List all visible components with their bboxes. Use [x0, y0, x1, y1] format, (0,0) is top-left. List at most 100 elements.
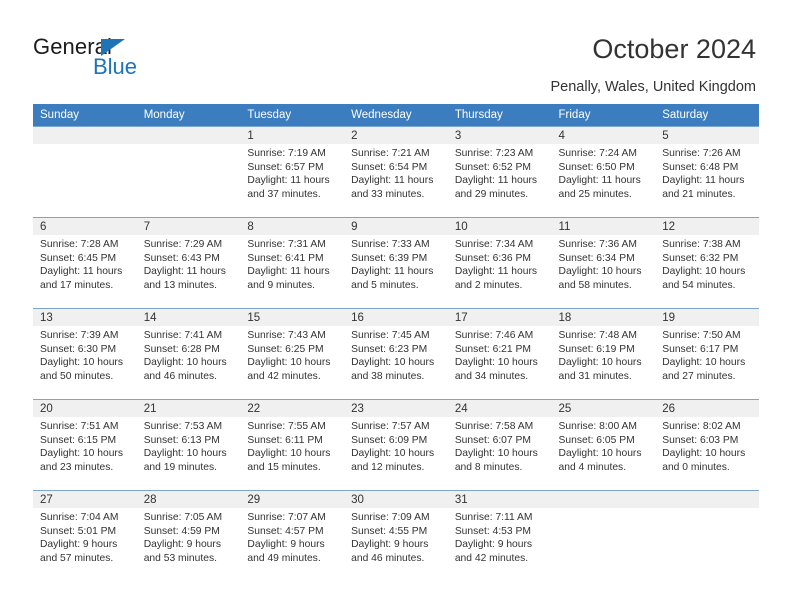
day-cell-content: 31 Sunrise: 7:11 AM Sunset: 4:53 PM Dayligh…: [447, 491, 552, 581]
sunset-time: Sunset: 6:32 PM: [662, 252, 739, 264]
calendar-day-cell[interactable]: 3 Sunrise: 7:23 AM Sunset: 6:52 PM Daylight…: [447, 126, 552, 218]
calendar-day-cell[interactable]: 11 Sunrise: 7:36 AM Sunset: 6:34 PM Dayligh…: [551, 217, 656, 309]
day-number: 25: [551, 400, 656, 417]
calendar-day-cell[interactable]: 20 Sunrise: 7:51 AM Sunset: 6:15 PM Dayligh…: [33, 399, 137, 491]
sun-times: Sunrise: 8:02 AM Sunset: 6:03 PM Daylight:…: [655, 417, 759, 474]
calendar-week-row: 1 Sunrise: 7:19 AM Sunset: 6:57 PM Daylight…: [33, 126, 759, 218]
day-number: 21: [136, 400, 241, 417]
sunset-time: Sunset: 6:54 PM: [351, 161, 428, 173]
weekday-header-saturday: Saturday: [655, 104, 759, 127]
calendar-day-cell[interactable]: 8 Sunrise: 7:31 AM Sunset: 6:41 PM Daylight…: [240, 217, 345, 309]
calendar-day-cell[interactable]: 17 Sunrise: 7:46 AM Sunset: 6:21 PM Dayligh…: [447, 308, 552, 400]
calendar-day-cell[interactable]: 29 Sunrise: 7:07 AM Sunset: 4:57 PM Dayligh…: [240, 490, 345, 581]
day-number: 30: [344, 491, 448, 508]
daylight-duration-line2: and 15 minutes.: [247, 461, 321, 473]
sun-times: Sunrise: 7:26 AM Sunset: 6:48 PM Daylight:…: [655, 144, 759, 201]
sunset-time: Sunset: 5:01 PM: [40, 525, 117, 537]
daylight-duration-line1: Daylight: 11 hours: [247, 175, 330, 187]
day-cell-content: 9 Sunrise: 7:33 AM Sunset: 6:39 PM Daylight…: [344, 218, 448, 308]
calendar-day-cell[interactable]: 1 Sunrise: 7:19 AM Sunset: 6:57 PM Daylight…: [240, 126, 345, 218]
sun-times: Sunrise: 7:43 AM Sunset: 6:25 PM Daylight:…: [240, 326, 344, 383]
day-number: 6: [33, 218, 137, 235]
day-number: 13: [33, 309, 137, 326]
calendar-day-cell[interactable]: 27 Sunrise: 7:04 AM Sunset: 5:01 PM Dayligh…: [33, 490, 137, 581]
daylight-duration-line2: and 58 minutes.: [558, 279, 632, 291]
sunrise-time: Sunrise: 7:53 AM: [143, 421, 223, 432]
calendar-day-cell[interactable]: 18 Sunrise: 7:48 AM Sunset: 6:19 PM Dayligh…: [551, 308, 656, 400]
calendar-day-cell[interactable]: 14 Sunrise: 7:41 AM Sunset: 6:28 PM Dayligh…: [136, 308, 241, 400]
daylight-duration-line1: Daylight: 11 hours: [454, 175, 538, 187]
calendar-day-cell[interactable]: 31 Sunrise: 7:11 AM Sunset: 4:53 PM Dayligh…: [447, 490, 552, 581]
weekday-header-monday: Monday: [136, 104, 241, 127]
day-number: 23: [344, 400, 448, 417]
day-number: [33, 127, 137, 144]
calendar-day-cell[interactable]: 9 Sunrise: 7:33 AM Sunset: 6:39 PM Daylight…: [344, 217, 448, 309]
sunset-time: Sunset: 4:53 PM: [454, 525, 531, 537]
day-number: 10: [447, 218, 552, 235]
sun-times: Sunrise: 7:45 AM Sunset: 6:23 PM Daylight:…: [344, 326, 448, 383]
daylight-duration-line2: and 4 minutes.: [558, 461, 627, 473]
calendar-day-cell[interactable]: 6 Sunrise: 7:28 AM Sunset: 6:45 PM Daylight…: [33, 217, 137, 309]
daylight-duration-line1: Daylight: 11 hours: [351, 266, 434, 278]
calendar-day-cell[interactable]: 13 Sunrise: 7:39 AM Sunset: 6:30 PM Dayligh…: [33, 308, 137, 400]
sun-times: Sunrise: 7:55 AM Sunset: 6:11 PM Daylight:…: [240, 417, 344, 474]
calendar-day-cell[interactable]: 26 Sunrise: 8:02 AM Sunset: 6:03 PM Dayligh…: [655, 399, 759, 491]
sunset-time: Sunset: 4:59 PM: [143, 525, 220, 537]
sunset-time: Sunset: 6:17 PM: [662, 343, 739, 355]
calendar-day-cell[interactable]: 4 Sunrise: 7:24 AM Sunset: 6:50 PM Daylight…: [551, 126, 656, 218]
calendar-day-cell[interactable]: 12 Sunrise: 7:38 AM Sunset: 6:32 PM Dayligh…: [655, 217, 759, 309]
calendar-day-cell[interactable]: 24 Sunrise: 7:58 AM Sunset: 6:07 PM Dayligh…: [447, 399, 552, 491]
sunset-time: Sunset: 6:19 PM: [558, 343, 635, 355]
sunrise-time: Sunrise: 7:05 AM: [143, 512, 223, 523]
sunrise-time: Sunrise: 8:00 AM: [558, 421, 637, 432]
sun-times: Sunrise: 7:28 AM Sunset: 6:45 PM Daylight:…: [33, 235, 137, 292]
calendar-day-cell[interactable]: 30 Sunrise: 7:09 AM Sunset: 4:55 PM Dayligh…: [344, 490, 448, 581]
sunset-time: Sunset: 6:25 PM: [247, 343, 324, 355]
weekday-header-friday: Friday: [551, 104, 656, 127]
daylight-duration-line1: Daylight: 10 hours: [143, 357, 227, 369]
sunset-time: Sunset: 6:21 PM: [454, 343, 531, 355]
calendar-day-cell[interactable]: 21 Sunrise: 7:53 AM Sunset: 6:13 PM Dayligh…: [136, 399, 241, 491]
sunset-time: Sunset: 6:30 PM: [40, 343, 117, 355]
day-number: 2: [344, 127, 448, 144]
day-cell-content: 25 Sunrise: 8:00 AM Sunset: 6:05 PM Dayligh…: [551, 400, 656, 490]
daylight-duration-line2: and 53 minutes.: [143, 552, 217, 564]
sunset-time: Sunset: 6:50 PM: [558, 161, 635, 173]
daylight-duration-line1: Daylight: 10 hours: [662, 357, 746, 369]
day-cell-content: 1 Sunrise: 7:19 AM Sunset: 6:57 PM Daylight…: [240, 127, 345, 217]
sunrise-time: Sunrise: 7:39 AM: [40, 330, 119, 341]
day-number: 12: [655, 218, 759, 235]
calendar-cell-empty: [551, 490, 656, 581]
sunrise-time: Sunrise: 7:33 AM: [351, 239, 430, 250]
sun-times: Sunrise: 7:07 AM Sunset: 4:57 PM Daylight:…: [240, 508, 344, 565]
calendar-day-cell[interactable]: 16 Sunrise: 7:45 AM Sunset: 6:23 PM Dayligh…: [344, 308, 448, 400]
calendar-day-cell[interactable]: 2 Sunrise: 7:21 AM Sunset: 6:54 PM Daylight…: [344, 126, 448, 218]
calendar-day-cell[interactable]: 5 Sunrise: 7:26 AM Sunset: 6:48 PM Daylight…: [655, 126, 759, 218]
day-cell-content: 29 Sunrise: 7:07 AM Sunset: 4:57 PM Dayligh…: [240, 491, 345, 581]
daylight-duration-line1: Daylight: 10 hours: [662, 448, 746, 460]
calendar-day-cell[interactable]: 15 Sunrise: 7:43 AM Sunset: 6:25 PM Dayligh…: [240, 308, 345, 400]
sunrise-time: Sunrise: 7:31 AM: [247, 239, 326, 250]
sunrise-time: Sunrise: 7:19 AM: [247, 148, 326, 159]
calendar-day-cell[interactable]: 10 Sunrise: 7:34 AM Sunset: 6:36 PM Dayligh…: [447, 217, 552, 309]
sun-times: Sunrise: 7:41 AM Sunset: 6:28 PM Daylight:…: [137, 326, 241, 383]
sun-times: Sunrise: 7:09 AM Sunset: 4:55 PM Daylight:…: [344, 508, 448, 565]
daylight-duration-line1: Daylight: 10 hours: [351, 357, 435, 369]
calendar-day-cell[interactable]: 28 Sunrise: 7:05 AM Sunset: 4:59 PM Dayligh…: [136, 490, 241, 581]
calendar-day-cell[interactable]: 25 Sunrise: 8:00 AM Sunset: 6:05 PM Dayligh…: [551, 399, 656, 491]
calendar-day-cell[interactable]: 22 Sunrise: 7:55 AM Sunset: 6:11 PM Dayligh…: [240, 399, 345, 491]
calendar-day-cell[interactable]: 23 Sunrise: 7:57 AM Sunset: 6:09 PM Dayligh…: [344, 399, 448, 491]
daylight-duration-line1: Daylight: 10 hours: [247, 357, 331, 369]
sunset-time: Sunset: 6:36 PM: [454, 252, 531, 264]
day-number: 5: [655, 127, 759, 144]
day-cell-content: 24 Sunrise: 7:58 AM Sunset: 6:07 PM Dayligh…: [447, 400, 552, 490]
day-number: 19: [655, 309, 759, 326]
daylight-duration-line2: and 19 minutes.: [143, 461, 217, 473]
calendar-body: 1 Sunrise: 7:19 AM Sunset: 6:57 PM Daylight…: [33, 126, 759, 581]
sun-times: Sunrise: 7:48 AM Sunset: 6:19 PM Daylight:…: [552, 326, 656, 383]
sun-times: Sunrise: 7:21 AM Sunset: 6:54 PM Daylight:…: [344, 144, 448, 201]
daylight-duration-line2: and 21 minutes.: [662, 188, 736, 200]
sun-times: Sunrise: 7:50 AM Sunset: 6:17 PM Daylight:…: [655, 326, 759, 383]
calendar-day-cell[interactable]: 19 Sunrise: 7:50 AM Sunset: 6:17 PM Dayligh…: [655, 308, 759, 400]
calendar-day-cell[interactable]: 7 Sunrise: 7:29 AM Sunset: 6:43 PM Daylight…: [136, 217, 241, 309]
